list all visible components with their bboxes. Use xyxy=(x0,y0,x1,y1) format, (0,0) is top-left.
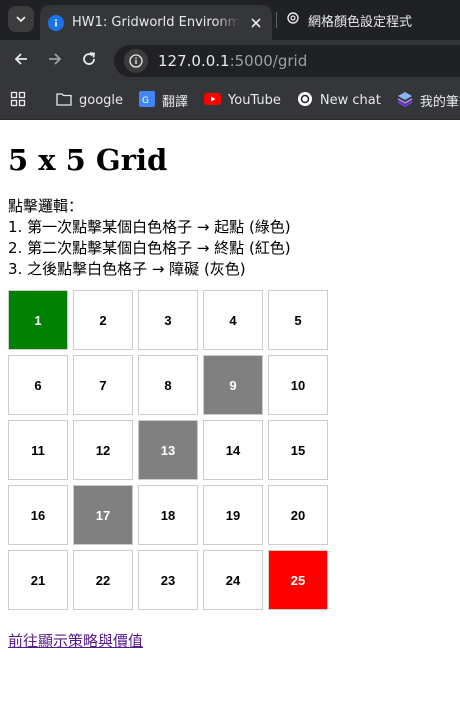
youtube-icon xyxy=(204,92,222,109)
grid-cell-2[interactable]: 2 xyxy=(73,290,133,350)
grid-cell-11[interactable]: 11 xyxy=(8,420,68,480)
grid-cell-24[interactable]: 24 xyxy=(203,550,263,610)
page-content: 5 x 5 Grid 點擊邏輯： 1. 第一次點擊某個白色格子 → 起點 (綠色… xyxy=(0,142,460,651)
bookmarks-bar: google G 翻譯 YouTube New chat 我的筆記 xyxy=(0,82,460,120)
arrow-left-icon xyxy=(13,51,29,71)
bookmark-new-chat[interactable]: New chat xyxy=(297,91,381,111)
url-host: 127.0.0.1 xyxy=(158,52,230,70)
openai-icon xyxy=(297,91,313,111)
translate-icon: G xyxy=(139,90,156,111)
browser-toolbar: 127.0.0.1:5000/grid xyxy=(0,40,460,82)
grid-cell-14[interactable]: 14 xyxy=(203,420,263,480)
reload-button[interactable] xyxy=(74,46,104,76)
bookmark-label: 我的筆記 xyxy=(419,95,460,110)
close-icon[interactable] xyxy=(248,17,264,28)
instruction-line: 2. 第二次點擊某個白色格子 → 終點 (紅色) xyxy=(8,239,291,257)
apps-grid-icon[interactable] xyxy=(10,91,26,111)
bookmark-label: New chat xyxy=(319,93,381,108)
grid-cell-13[interactable]: 13 xyxy=(138,420,198,480)
grid-cell-1[interactable]: 1 xyxy=(8,290,68,350)
bookmark-youtube[interactable]: YouTube xyxy=(204,92,281,109)
chevron-down-icon xyxy=(15,10,27,29)
grid-cell-4[interactable]: 4 xyxy=(203,290,263,350)
url-path: :5000/grid xyxy=(229,52,308,70)
bookmark-google[interactable]: google xyxy=(56,92,123,110)
grid-cell-20[interactable]: 20 xyxy=(268,485,328,545)
tab-active[interactable]: HW1: Gridworld Environment xyxy=(40,5,272,40)
browser-chrome: HW1: Gridworld Environment 網格顏色設定程式 xyxy=(0,0,460,120)
bookmark-label: 翻譯 xyxy=(162,95,189,110)
grid-cell-9[interactable]: 9 xyxy=(203,355,263,415)
instructions-heading: 點擊邏輯： xyxy=(8,197,84,215)
bookmark-translate[interactable]: G 翻譯 xyxy=(139,90,189,111)
grid-cell-18[interactable]: 18 xyxy=(138,485,198,545)
tab-separator xyxy=(276,12,277,28)
grid-cell-10[interactable]: 10 xyxy=(268,355,328,415)
instruction-line: 3. 之後點擊白色格子 → 障礙 (灰色) xyxy=(8,260,246,278)
grid-cell-23[interactable]: 23 xyxy=(138,550,198,610)
grid-cell-21[interactable]: 21 xyxy=(8,550,68,610)
grid-cell-16[interactable]: 16 xyxy=(8,485,68,545)
tab-search-button[interactable] xyxy=(8,6,34,32)
notes-icon xyxy=(397,91,413,111)
svg-text:G: G xyxy=(142,96,149,106)
grid-cell-19[interactable]: 19 xyxy=(203,485,263,545)
grid-cell-6[interactable]: 6 xyxy=(8,355,68,415)
tab-strip: HW1: Gridworld Environment 網格顏色設定程式 xyxy=(0,0,460,40)
instruction-line: 1. 第一次點擊某個白色格子 → 起點 (綠色) xyxy=(8,218,291,236)
url-text: 127.0.0.1:5000/grid xyxy=(158,52,307,70)
arrow-right-icon xyxy=(47,51,63,71)
bookmark-label: google xyxy=(79,93,124,108)
grid-cell-22[interactable]: 22 xyxy=(73,550,133,610)
tab-title: 網格顏色設定程式 xyxy=(308,14,413,30)
page-title: 5 x 5 Grid xyxy=(8,143,168,177)
instructions: 點擊邏輯： 1. 第一次點擊某個白色格子 → 起點 (綠色) 2. 第二次點擊某… xyxy=(8,196,452,280)
reload-icon xyxy=(81,51,97,71)
folder-icon xyxy=(56,92,72,110)
grid: 1 2 3 4 5 6 7 8 9 10 11 12 13 14 15 16 17 18 19 20 21 22 23 24 2… xyxy=(8,290,452,610)
grid-cell-15[interactable]: 15 xyxy=(268,420,328,480)
address-bar[interactable]: 127.0.0.1:5000/grid xyxy=(114,45,460,77)
grid-cell-12[interactable]: 12 xyxy=(73,420,133,480)
tab-title: HW1: Gridworld Environment xyxy=(72,15,240,30)
back-button[interactable] xyxy=(6,46,36,76)
bookmark-label: YouTube xyxy=(228,93,281,108)
forward-button[interactable] xyxy=(40,46,70,76)
bookmark-notes[interactable]: 我的筆記 xyxy=(397,91,460,111)
tab-inactive[interactable]: 網格顏色設定程式 xyxy=(286,5,412,35)
grid-cell-3[interactable]: 3 xyxy=(138,290,198,350)
openai-icon xyxy=(286,11,300,29)
policy-value-link[interactable]: 前往顯示策略與價值 xyxy=(8,630,143,651)
grid-cell-7[interactable]: 7 xyxy=(73,355,133,415)
grid-cell-8[interactable]: 8 xyxy=(138,355,198,415)
grid-cell-17[interactable]: 17 xyxy=(73,485,133,545)
grid-cell-5[interactable]: 5 xyxy=(268,290,328,350)
grid-cell-25[interactable]: 25 xyxy=(268,550,328,610)
site-info-icon[interactable] xyxy=(124,49,148,73)
info-icon xyxy=(48,14,64,31)
